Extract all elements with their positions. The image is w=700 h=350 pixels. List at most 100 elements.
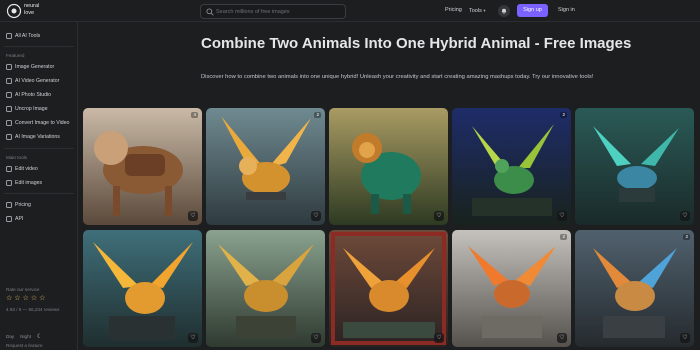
- heart-icon[interactable]: ♡: [188, 333, 198, 343]
- grid-icon: [6, 32, 12, 39]
- image-card[interactable]: ♡: [206, 230, 325, 347]
- image-card[interactable]: 2 ♡: [206, 108, 325, 225]
- rating-stars[interactable]: ☆ ☆ ☆ ☆ ☆: [6, 295, 45, 302]
- app-window: neural love Pricing Tools ▾ Sign up Sign…: [0, 0, 700, 350]
- request-feature-link[interactable]: Request a feature: [6, 343, 43, 348]
- sidebar-section-featured: Featured: [6, 53, 25, 58]
- moon-icon: ☾: [36, 334, 43, 340]
- nav-tools[interactable]: Tools ▾: [469, 7, 486, 15]
- hybrid-animal-image: [329, 108, 448, 225]
- sidebar-item-label: Edit images: [15, 179, 43, 186]
- page-title: Combine Two Animals Into One Hybrid Anim…: [201, 35, 632, 52]
- sidebar-item-label: Uncrop Image: [15, 105, 48, 112]
- image-count-badge: 4: [191, 112, 198, 118]
- heart-icon[interactable]: ♡: [188, 211, 198, 221]
- sidebar-item-edit-video[interactable]: Edit video: [6, 164, 38, 173]
- image-count-badge: 2: [560, 234, 567, 240]
- logo-text[interactable]: neural love: [24, 3, 39, 16]
- hybrid-animal-image: [329, 230, 448, 347]
- sidebar-item-pricing[interactable]: Pricing: [6, 200, 31, 209]
- heart-icon[interactable]: ♡: [557, 211, 567, 221]
- hybrid-animal-image: [83, 230, 202, 347]
- sidebar-divider: [4, 46, 74, 47]
- hybrid-animal-image: [575, 108, 694, 225]
- video-icon: [6, 77, 12, 84]
- heart-icon[interactable]: ♡: [311, 333, 321, 343]
- sidebar-section-main-tools: Main tools: [6, 155, 27, 160]
- sidebar-item-convert-image-to-video[interactable]: Convert Image to Video: [6, 118, 69, 127]
- image-card[interactable]: 4 ♡: [83, 108, 202, 225]
- hybrid-animal-image: [575, 230, 694, 347]
- star-icon[interactable]: ☆: [39, 295, 45, 302]
- image-card[interactable]: 2 ♡: [452, 230, 571, 347]
- theme-toggle[interactable]: Day Night ☾: [6, 333, 42, 340]
- sidebar-item-ai-video-generator[interactable]: AI Video Generator: [6, 76, 59, 85]
- logo-text-line2: love: [24, 9, 35, 16]
- signup-button[interactable]: Sign up: [517, 4, 548, 17]
- code-icon: [6, 215, 12, 222]
- image-icon: [6, 63, 12, 70]
- sidebar-item-ai-image-variations[interactable]: AI Image Variations: [6, 132, 60, 141]
- image-card[interactable]: ♡: [575, 108, 694, 225]
- chevron-down-icon: ▾: [483, 8, 486, 13]
- page-description: Discover how to combine two animals into…: [201, 74, 594, 80]
- sidebar-item-label: AI Image Variations: [15, 133, 60, 140]
- hybrid-animal-image: [206, 230, 325, 347]
- sidebar-item-label: Edit video: [15, 165, 38, 172]
- film-icon: [6, 119, 12, 126]
- bell-icon: [502, 8, 506, 14]
- rating-text: 4.93 / 5 — 56,234 reviews: [6, 307, 60, 312]
- sidebar-item-label: Image Generator: [15, 63, 55, 70]
- sidebar-item-all-tools[interactable]: All AI Tools: [6, 31, 40, 40]
- image-card[interactable]: ♡: [83, 230, 202, 347]
- dollar-icon: [6, 201, 12, 208]
- image-card[interactable]: ♡: [329, 108, 448, 225]
- top-header: neural love Pricing Tools ▾ Sign up Sign…: [0, 0, 700, 22]
- heart-icon[interactable]: ♡: [557, 333, 567, 343]
- star-icon[interactable]: ☆: [6, 295, 12, 302]
- sidebar-item-label: AI Video Generator: [15, 77, 60, 84]
- image-card[interactable]: 2 ♡: [575, 230, 694, 347]
- star-icon[interactable]: ☆: [23, 295, 29, 302]
- main-content: Combine Two Animals Into One Hybrid Anim…: [79, 22, 700, 350]
- image-card[interactable]: ♡: [329, 230, 448, 347]
- search-box[interactable]: [200, 4, 346, 19]
- sidebar-divider: [4, 148, 74, 149]
- heart-icon[interactable]: ♡: [434, 333, 444, 343]
- hybrid-animal-image: [452, 230, 571, 347]
- rate-service-label: Rate our service: [6, 287, 40, 292]
- image-count-badge: 2: [314, 112, 321, 118]
- image-count-badge: 2: [683, 234, 690, 240]
- hybrid-animal-image: [452, 108, 571, 225]
- heart-icon[interactable]: ♡: [680, 333, 690, 343]
- heart-icon[interactable]: ♡: [680, 211, 690, 221]
- signin-link[interactable]: Sign in: [558, 7, 575, 14]
- sidebar-item-label: Convert Image to Video: [15, 119, 70, 126]
- star-icon[interactable]: ☆: [14, 295, 20, 302]
- sidebar-item-label: AI Photo Studio: [15, 91, 52, 98]
- star-icon[interactable]: ☆: [31, 295, 37, 302]
- hybrid-animal-image: [206, 108, 325, 225]
- sidebar-divider: [4, 193, 74, 194]
- layers-icon: [6, 133, 12, 140]
- nav-pricing[interactable]: Pricing: [445, 7, 462, 14]
- heart-icon[interactable]: ♡: [311, 211, 321, 221]
- logo-text-line1: neural: [24, 3, 40, 9]
- sidebar-item-label: API: [15, 215, 24, 222]
- sidebar: All AI Tools Featured Image Generator AI…: [0, 22, 78, 350]
- image-card[interactable]: 2 ♡: [452, 108, 571, 225]
- logo-icon[interactable]: [6, 3, 22, 19]
- hybrid-animal-image: [83, 108, 202, 225]
- sidebar-item-api[interactable]: API: [6, 214, 23, 223]
- sidebar-item-label: All AI Tools: [15, 32, 41, 39]
- sidebar-item-label: Pricing: [15, 201, 31, 208]
- sidebar-item-ai-photo-studio[interactable]: AI Photo Studio: [6, 90, 51, 99]
- heart-icon[interactable]: ♡: [434, 211, 444, 221]
- video-edit-icon: [6, 165, 12, 172]
- sidebar-item-edit-images[interactable]: Edit images: [6, 178, 42, 187]
- search-input[interactable]: [216, 7, 344, 17]
- notification-button[interactable]: [498, 5, 510, 17]
- sidebar-item-image-generator[interactable]: Image Generator: [6, 62, 54, 71]
- theme-night-label: Night: [20, 334, 31, 339]
- sidebar-item-uncrop-image[interactable]: Uncrop Image: [6, 104, 48, 113]
